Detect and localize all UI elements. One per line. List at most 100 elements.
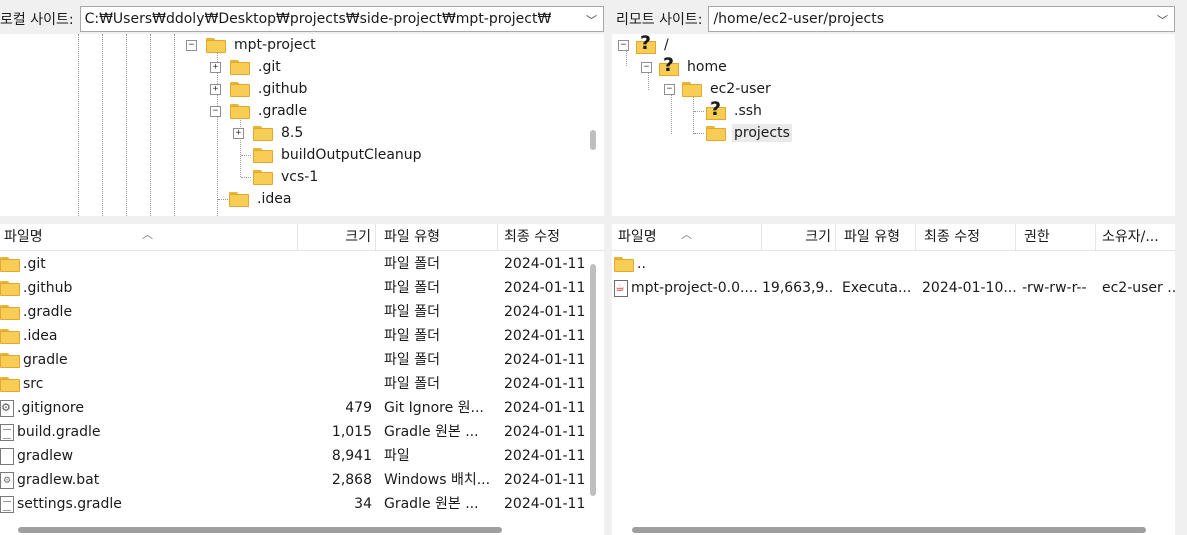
collapse-icon[interactable]: −	[618, 40, 629, 51]
table-row[interactable]: .git 파일 폴더 2024-01-11	[0, 252, 586, 276]
remote-site-label: 리모트 사이트:	[616, 12, 703, 28]
expand-icon[interactable]: +	[233, 128, 244, 139]
vertical-scrollbar-thumb[interactable]	[590, 264, 596, 496]
file-name: gradlew	[17, 448, 74, 464]
text-file-icon	[0, 495, 14, 513]
table-row[interactable]: gradle 파일 폴더 2024-01-11	[0, 348, 586, 372]
tree-item-root[interactable]: − ? /	[618, 34, 671, 56]
column-header-label: 최종 수정	[924, 229, 980, 245]
folder-icon	[230, 59, 250, 75]
folder-icon	[0, 304, 20, 320]
horizontal-scrollbar-thumb[interactable]	[18, 527, 502, 533]
column-header-label: 파일명	[4, 229, 43, 245]
tree-item-label: 8.5	[281, 125, 304, 141]
tree-item-gradle[interactable]: − .gradle	[210, 100, 309, 122]
collapse-icon[interactable]: −	[186, 40, 197, 51]
file-owner: ec2-user ...	[1102, 280, 1175, 296]
expand-icon[interactable]: +	[210, 62, 221, 73]
table-row[interactable]: src 파일 폴더 2024-01-11	[0, 372, 586, 396]
table-row[interactable]: gradlew 8,941 파일 2024-01-11	[0, 444, 586, 468]
file-type: Executa...	[842, 280, 912, 296]
pane-divider[interactable]	[0, 216, 1187, 224]
chevron-down-icon[interactable]: ﹀	[586, 12, 597, 28]
tree-guide-line	[102, 34, 103, 216]
file-size: 1,015	[331, 424, 372, 440]
file-type: 파일 폴더	[384, 352, 440, 368]
file-name: .gitignore	[17, 400, 84, 416]
file-name: ..	[637, 256, 646, 272]
tree-item-home[interactable]: − ? home	[641, 54, 729, 78]
table-row[interactable]: build.gradle 1,015 Gradle 원본 ... 2024-01-11	[0, 420, 586, 444]
column-header-name[interactable]: 파일명 ︿	[0, 224, 298, 250]
file-name: .gradle	[23, 304, 73, 320]
column-header-permissions[interactable]: 권한	[1016, 224, 1096, 250]
tree-item-mpt-project[interactable]: − mpt-project	[186, 34, 318, 56]
tree-item-label: ec2-user	[710, 81, 771, 97]
tree-item-projects[interactable]: projects	[706, 122, 792, 144]
horizontal-scrollbar-thumb[interactable]	[632, 527, 1146, 533]
column-header-name[interactable]: 파일명 ︿	[612, 224, 762, 250]
folder-icon	[230, 81, 250, 97]
tree-item-buildOutputCleanup[interactable]: buildOutputCleanup	[253, 144, 424, 166]
column-header-size[interactable]: 크기	[298, 224, 376, 250]
local-site-label: 로컬 사이트:	[0, 12, 74, 28]
tree-item-label: .ssh	[734, 103, 762, 119]
tree-item-8-5[interactable]: + 8.5	[233, 122, 305, 144]
remote-file-list[interactable]: 파일명 ︿ 크기 파일 유형 최종 수정 권한 소유자/... .. mpt-pr…	[612, 224, 1175, 535]
table-row[interactable]: .gitignore 479 Git Ignore 원... 2024-01-11	[0, 396, 586, 420]
gitignore-file-icon	[0, 399, 14, 417]
table-row[interactable]: .idea 파일 폴더 2024-01-11	[0, 324, 586, 348]
local-path-input[interactable]: C:₩Users₩ddoly₩Desktop₩projects₩side-pro…	[79, 6, 604, 32]
tree-guide-line	[241, 177, 251, 178]
folder-icon	[206, 37, 226, 53]
column-header-modified[interactable]: 최종 수정	[498, 224, 586, 250]
column-header-type[interactable]: 파일 유형	[376, 224, 498, 250]
table-row[interactable]: ..	[612, 252, 1175, 276]
sort-ascending-icon: ︿	[142, 228, 153, 241]
local-directory-tree[interactable]: − mpt-project + .git + .github − .gradle…	[0, 34, 604, 216]
file-modified: 2024-01-11	[504, 400, 586, 416]
file-type: Gradle 원본 ...	[384, 496, 479, 512]
table-row[interactable]: .gradle 파일 폴더 2024-01-11	[0, 300, 586, 324]
tree-item-ssh[interactable]: ? .ssh	[706, 98, 764, 122]
tree-item-git[interactable]: + .git	[210, 56, 283, 78]
tree-item-idea[interactable]: .idea	[229, 188, 293, 210]
collapse-icon[interactable]: −	[210, 106, 221, 117]
column-header-label: 크기	[805, 229, 831, 245]
collapse-icon[interactable]: −	[641, 62, 652, 73]
column-header-owner[interactable]: 소유자/...	[1096, 224, 1175, 250]
tree-guide-line	[241, 155, 251, 156]
file-type: Windows 배치...	[384, 472, 491, 488]
table-row[interactable]: .github 파일 폴더 2024-01-11	[0, 276, 586, 300]
tree-item-ec2-user[interactable]: − ec2-user	[664, 78, 773, 100]
file-modified: 2024-01-11	[504, 424, 586, 440]
expand-icon[interactable]: +	[210, 84, 221, 95]
table-row[interactable]: mpt-project-0.0....19,663,9... Executa...…	[612, 276, 1175, 300]
vertical-scrollbar-thumb[interactable]	[590, 130, 596, 150]
local-path-text: C:₩Users₩ddoly₩Desktop₩projects₩side-pro…	[84, 11, 552, 27]
column-header-type[interactable]: 파일 유형	[836, 224, 916, 250]
chevron-down-icon[interactable]: ﹀	[1157, 12, 1168, 28]
remote-path-input[interactable]: /home/ec2-user/projects ﹀	[708, 6, 1175, 32]
local-file-list[interactable]: 파일명 ︿ 크기 파일 유형 최종 수정 .git 파일 폴더 2024-01-11…	[0, 224, 604, 535]
tree-guide-line	[78, 34, 79, 216]
column-header-modified[interactable]: 최종 수정	[916, 224, 1016, 250]
remote-directory-tree[interactable]: − ? / − ? home − ec2-user ? .ssh project…	[612, 34, 1175, 216]
tree-item-github[interactable]: + .github	[210, 78, 309, 100]
table-row[interactable]: gradlew.bat 2,868 Windows 배치... 2024-01-11	[0, 468, 586, 492]
pane-divider[interactable]	[604, 0, 612, 535]
file-size: 479	[345, 400, 372, 416]
file-name: .github	[23, 280, 73, 296]
file-name: settings.gradle	[17, 496, 122, 512]
tree-item-label: mpt-project	[234, 37, 316, 53]
collapse-icon[interactable]: −	[664, 84, 675, 95]
file-name: .git	[23, 256, 46, 272]
column-header-size[interactable]: 크기	[762, 224, 836, 250]
table-row[interactable]: settings.gradle 34 Gradle 원본 ... 2024-01-11	[0, 492, 586, 516]
tree-item-vcs-1[interactable]: vcs-1	[253, 166, 320, 188]
file-type: Git Ignore 원...	[384, 400, 484, 416]
tree-item-label: vcs-1	[281, 169, 319, 185]
text-file-icon	[0, 423, 14, 441]
tree-guide-line	[150, 34, 151, 216]
java-file-icon	[614, 279, 628, 297]
